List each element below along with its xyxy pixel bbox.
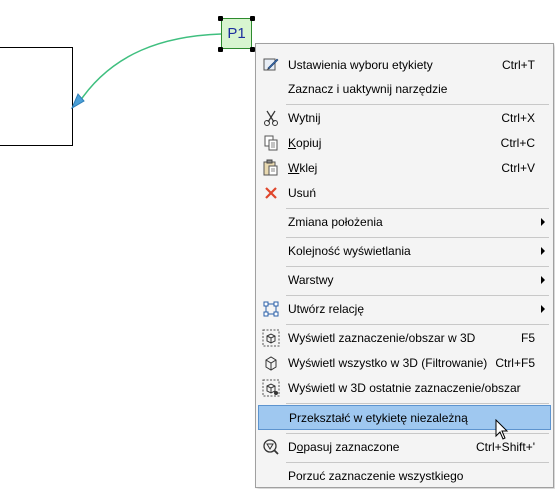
submenu-arrow-icon <box>541 276 545 284</box>
menu-item-label-mnemonic: K <box>288 136 297 150</box>
menu-item-paste[interactable]: Wklej Ctrl+V <box>258 156 551 180</box>
menu-item-copy[interactable]: Kopiuj Ctrl+C <box>258 131 551 155</box>
mouse-cursor-icon <box>495 419 509 440</box>
menu-item-shortcut: F5 <box>520 331 535 345</box>
drawing-element-rectangle[interactable] <box>0 47 73 146</box>
menu-item-change-position[interactable]: Zmiana położenia <box>258 210 551 234</box>
menu-item-show-selection-3d[interactable]: Wyświetl zaznaczenie/obszar w 3D F5 <box>258 326 551 350</box>
menu-item-shortcut: Ctrl+T <box>502 58 535 72</box>
menu-item-label-rest: pasuj zaznaczone <box>303 440 400 454</box>
menu-item-layers[interactable]: Warstwy <box>258 268 551 292</box>
selection-handle-bottom-left[interactable] <box>218 47 223 52</box>
menu-item-label: Usuń <box>288 186 317 200</box>
menu-separator <box>286 295 549 296</box>
menu-item-deselect-all[interactable]: Porzuć zaznaczenie wszystkiego <box>258 464 551 488</box>
menu-item-label: Wytnij <box>288 111 321 125</box>
menu-item-label: Wyświetl wszystko w 3D (Filtrowanie) <box>288 356 488 370</box>
menu-item-label: Przekształć w etykietę niezależną <box>289 411 468 425</box>
menu-item-label-rest: opiuj <box>296 136 322 150</box>
menu-item-label-mnemonic: W <box>288 161 300 175</box>
menu-separator <box>286 237 549 238</box>
menu-item-shortcut: Ctrl+X <box>501 111 535 125</box>
label-tag[interactable]: P1 <box>221 18 252 49</box>
menu-item-delete[interactable]: Usuń <box>258 181 551 205</box>
menu-item-select-activate-tool[interactable]: Zaznacz i uaktywnij narzędzie <box>258 77 551 101</box>
menu-item-shortcut: Ctrl+Shift+' <box>476 440 535 454</box>
menu-item-label: Ustawienia wyboru etykiety <box>288 58 433 72</box>
menu-item-create-relation[interactable]: Utwórz relację <box>258 297 551 321</box>
selection-handle-top-left[interactable] <box>218 16 223 21</box>
menu-separator <box>286 104 549 105</box>
menu-item-label-pre: D <box>288 440 297 454</box>
menu-item-show-last-3d[interactable]: Wyświetl w 3D ostatnie zaznaczenie/obsza… <box>258 376 551 400</box>
menu-item-shortcut: Ctrl+C <box>500 136 535 150</box>
menu-item-label-selection-settings[interactable]: Ustawienia wyboru etykiety Ctrl+T <box>258 53 551 77</box>
selection-handle-top-right[interactable] <box>250 16 255 21</box>
show-last-3d-icon <box>262 379 280 397</box>
submenu-arrow-icon <box>541 305 545 313</box>
submenu-arrow-icon <box>541 218 545 226</box>
menu-item-cut[interactable]: Wytnij Ctrl+X <box>258 106 551 130</box>
menu-item-label: Wyświetl w 3D ostatnie zaznaczenie/obsza… <box>288 381 521 395</box>
paste-icon <box>262 159 280 177</box>
submenu-arrow-icon <box>541 247 545 255</box>
menu-item-shortcut: Ctrl+V <box>501 161 535 175</box>
menu-item-show-all-3d[interactable]: Wyświetl wszystko w 3D (Filtrowanie) Ctr… <box>258 351 551 375</box>
copy-icon <box>262 134 280 152</box>
scissors-icon <box>262 109 280 127</box>
menu-item-shortcut: Ctrl+F5 <box>495 356 535 370</box>
menu-separator <box>286 324 549 325</box>
fit-selection-icon <box>262 438 280 456</box>
menu-item-label: Kolejność wyświetlania <box>288 244 411 258</box>
menu-separator <box>286 462 549 463</box>
delete-icon <box>262 184 280 202</box>
menu-separator <box>286 403 549 404</box>
menu-item-label-rest: klej <box>299 161 318 175</box>
menu-item-label: Wyświetl zaznaczenie/obszar w 3D <box>288 331 476 345</box>
menu-item-label: Zmiana położenia <box>288 215 383 229</box>
menu-separator <box>286 433 549 434</box>
show-selection-3d-icon <box>262 329 280 347</box>
menu-separator <box>286 266 549 267</box>
menu-item-label: Porzuć zaznaczenie wszystkiego <box>288 469 464 483</box>
menu-separator <box>286 208 549 209</box>
menu-item-label: Utwórz relację <box>288 302 365 316</box>
label-settings-icon <box>262 56 280 74</box>
menu-item-label: Warstwy <box>288 273 334 287</box>
context-menu: Ustawienia wyboru etykiety Ctrl+T Zaznac… <box>255 43 554 488</box>
show-all-3d-icon <box>262 354 280 372</box>
menu-item-label: Zaznacz i uaktywnij narzędzie <box>288 82 448 96</box>
relation-icon <box>262 300 280 318</box>
label-tag-text: P1 <box>227 25 246 42</box>
menu-item-display-order[interactable]: Kolejność wyświetlania <box>258 239 551 263</box>
